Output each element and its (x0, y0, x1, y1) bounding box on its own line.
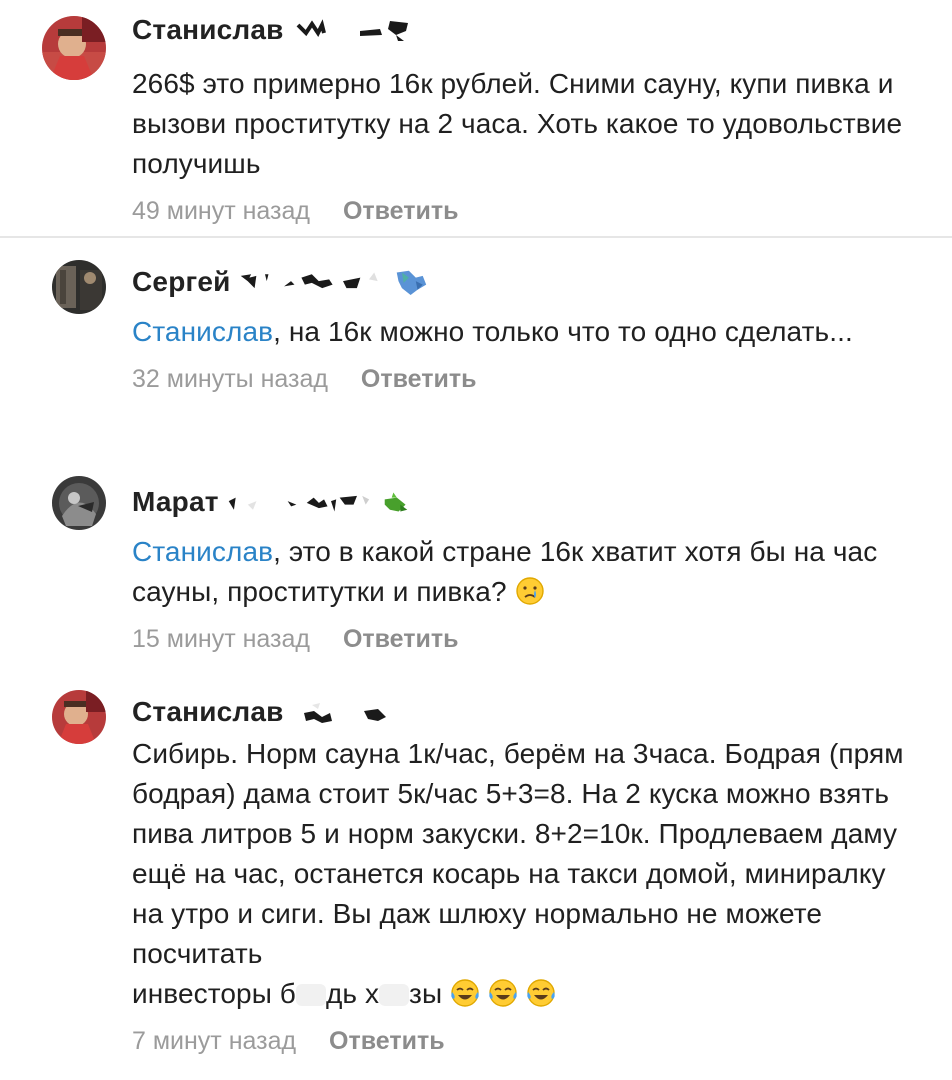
reply-button[interactable]: Ответить (343, 197, 459, 225)
avatar[interactable] (52, 260, 106, 314)
comment-text-tail-2: дь х (325, 978, 380, 1009)
timestamp: 7 минут назад (132, 1027, 297, 1055)
avatar[interactable] (42, 16, 106, 80)
mention-link[interactable]: Станислав (132, 316, 273, 347)
crying-face-icon (515, 576, 545, 606)
tears-of-joy-icon (488, 978, 518, 1008)
comment-text: 266$ это примерно 16к рублей. Сними саун… (132, 68, 903, 179)
timestamp: 32 минуты назад (132, 365, 328, 393)
tears-of-joy-icon (450, 978, 480, 1008)
mention-link[interactable]: Станислав (132, 536, 273, 567)
author-name[interactable]: Станислав (132, 694, 284, 730)
redacted-surname (227, 489, 435, 515)
reply-button[interactable]: Ответить (329, 1027, 445, 1055)
redacted-word (379, 984, 410, 1006)
avatar[interactable] (52, 690, 106, 744)
avatar[interactable] (52, 476, 106, 530)
tears-of-joy-icon (526, 978, 556, 1008)
timestamp: 15 минут назад (132, 625, 310, 653)
comment-text: Станислав, это в какой стране 16к хватит… (132, 532, 912, 612)
author-name[interactable]: Станислав (132, 12, 284, 48)
redacted-surname (292, 699, 432, 725)
comment-text-content: Сибирь. Норм сауна 1к/час, берём на 3час… (132, 738, 904, 969)
redacted-surname (239, 269, 464, 295)
comment-text-content: , на 16к можно только что то одно сделат… (273, 316, 853, 347)
author-name[interactable]: Марат (132, 484, 219, 520)
comments-feed: Станислав 266$ это примерно 16к рублей. … (0, 0, 952, 1080)
redacted-word (295, 984, 326, 1006)
comment-text-tail-3: зы (409, 978, 443, 1009)
author-name[interactable]: Сергей (132, 264, 231, 300)
redacted-surname (292, 17, 422, 43)
comment-text: Станислав, на 16к можно только что то од… (132, 312, 912, 352)
comment-text-tail-1: инвесторы б (132, 978, 296, 1009)
timestamp: 49 минут назад (132, 197, 310, 225)
divider (0, 236, 952, 238)
reply-button[interactable]: Ответить (361, 365, 477, 393)
reply-button[interactable]: Ответить (343, 625, 459, 653)
comment-text: Сибирь. Норм сауна 1к/час, берём на 3час… (132, 734, 912, 1014)
